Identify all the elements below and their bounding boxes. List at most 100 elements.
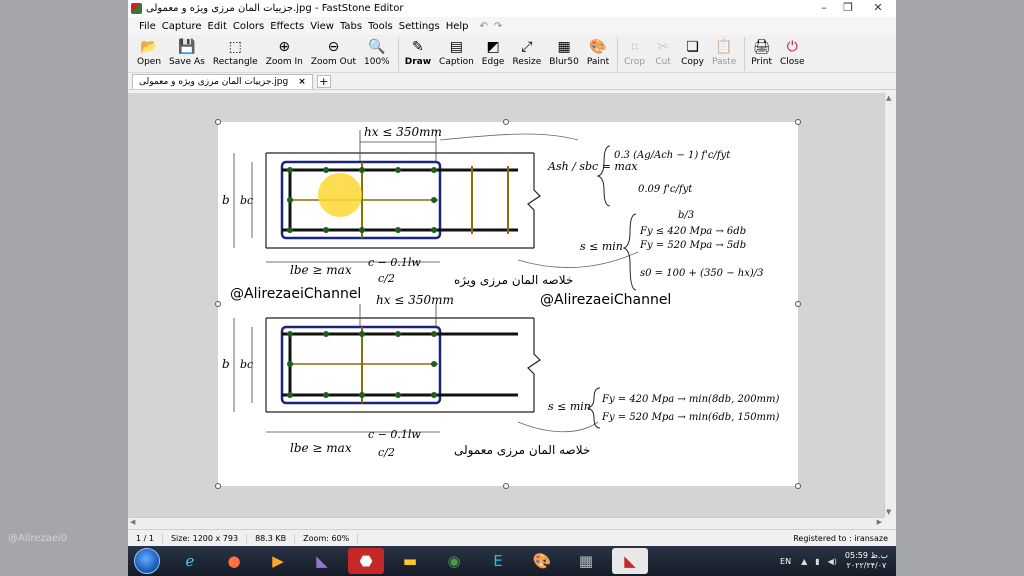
lbe-option-1: c − 0.1lw bbox=[368, 256, 421, 269]
close-image-button[interactable]: ⏻ Close bbox=[777, 37, 808, 67]
edge-icon: ◩ bbox=[486, 39, 500, 55]
resize-handle[interactable] bbox=[795, 119, 801, 125]
start-button[interactable] bbox=[134, 548, 160, 574]
edge-button[interactable]: ◩ Edge bbox=[479, 37, 508, 67]
resize-button[interactable]: ⤢ Resize bbox=[509, 37, 544, 67]
scroll-up-icon[interactable]: ▲ bbox=[886, 94, 891, 102]
caption-ordinary: خلاصه المان مرزی معمولی bbox=[454, 443, 590, 458]
new-tab-button[interactable]: + bbox=[316, 74, 331, 88]
lbe-label-2: lbe ≥ max bbox=[290, 441, 352, 455]
zoom-level: Zoom: 60% bbox=[295, 533, 359, 543]
s-min-label: s ≤ min bbox=[580, 240, 623, 253]
actual-size-button[interactable]: 🔍 100% bbox=[361, 37, 393, 67]
rectangle-button[interactable]: ⬚ Rectangle bbox=[210, 37, 261, 67]
image-canvas[interactable]: hx ≤ 350mm b bc lbe ≥ max c − 0.1lw c/2 … bbox=[128, 93, 896, 517]
crop-button[interactable]: ⌗ Crop bbox=[621, 37, 648, 67]
firefox-icon[interactable]: ● bbox=[216, 548, 252, 574]
paint-button[interactable]: 🎨 Paint bbox=[584, 37, 612, 67]
chrome-icon[interactable]: ◉ bbox=[436, 548, 472, 574]
visual-studio-icon[interactable]: ◣ bbox=[304, 548, 340, 574]
paint-icon[interactable]: 🎨 bbox=[524, 548, 560, 574]
vertical-scrollbar[interactable]: ▲ ▼ bbox=[884, 93, 896, 517]
etabs-icon[interactable]: E bbox=[480, 548, 516, 574]
restore-button[interactable]: ❐ bbox=[836, 0, 860, 16]
open-button[interactable]: 📂 Open bbox=[134, 37, 164, 67]
save-as-button[interactable]: 💾 Save As bbox=[166, 37, 208, 67]
print-button[interactable]: 🖨 Print bbox=[748, 37, 775, 67]
caption-button[interactable]: ▤ Caption bbox=[436, 37, 477, 67]
faststone-taskbar-icon[interactable]: ◣ bbox=[612, 548, 648, 574]
zoom-in-button[interactable]: ⊕ Zoom In bbox=[263, 37, 306, 67]
channel-label-2: @AlirezaeiChannel bbox=[540, 292, 671, 308]
scroll-down-icon[interactable]: ▼ bbox=[886, 508, 891, 516]
clock[interactable]: 05:59 ب.ظ ۲۰۲۲/۲۴/۰۷ bbox=[845, 551, 888, 571]
ash-brace bbox=[596, 145, 611, 207]
menu-tools[interactable]: Tools bbox=[365, 21, 396, 32]
blur-button[interactable]: ▦ Blur50 bbox=[546, 37, 582, 67]
hx-label-mid: hx ≤ 350mm bbox=[376, 293, 454, 307]
ash-formula-1: 0.3 (Ag/Ach − 1) f'c/fyt bbox=[614, 150, 731, 161]
editor-window: جزییات المان مرزی ویژه و معمولی.jpg - Fa… bbox=[128, 0, 896, 546]
tray-arrow-icon[interactable]: ▲ bbox=[801, 557, 807, 566]
registration-info: Registered to : iransaze bbox=[793, 533, 888, 543]
menu-file[interactable]: File bbox=[136, 21, 159, 32]
scroll-left-icon[interactable]: ◀ bbox=[130, 518, 135, 526]
watermark: @Alirezaei0 bbox=[8, 533, 68, 544]
draw-button[interactable]: ✎ Draw bbox=[402, 37, 434, 67]
o-option-2: Fy = 520 Mpa → min(6db, 150mm) bbox=[601, 412, 780, 423]
calculator-icon[interactable]: ▦ bbox=[568, 548, 604, 574]
pdf-reader-icon[interactable]: ⬣ bbox=[348, 548, 384, 574]
b-label-2: b bbox=[222, 357, 230, 371]
copy-icon: ❏ bbox=[686, 39, 699, 55]
menu-view[interactable]: View bbox=[307, 21, 337, 32]
s-option-4: s0 = 100 + (350 − hx)/3 bbox=[640, 268, 764, 279]
zoom-in-icon: ⊕ bbox=[278, 39, 291, 55]
undo-redo-icons[interactable]: ↶↷ bbox=[480, 21, 509, 32]
zoom-out-button[interactable]: ⊖ Zoom Out bbox=[308, 37, 359, 67]
bc-label: bc bbox=[240, 194, 253, 207]
title-bar: جزییات المان مرزی ویژه و معمولی.jpg - Fa… bbox=[128, 0, 896, 17]
media-player-icon[interactable]: ▶ bbox=[260, 548, 296, 574]
paste-button[interactable]: 📋 Paste bbox=[709, 37, 739, 67]
file-explorer-icon[interactable]: ▬ bbox=[392, 548, 428, 574]
minimize-button[interactable]: – bbox=[812, 0, 836, 16]
desktop-right-margin bbox=[896, 0, 1024, 576]
cut-button[interactable]: ✂ Cut bbox=[650, 37, 676, 67]
window-title: جزییات المان مرزی ویژه و معمولی.jpg - Fa… bbox=[146, 3, 404, 14]
close-window-button[interactable]: ✕ bbox=[860, 0, 896, 16]
resize-handle[interactable] bbox=[215, 119, 221, 125]
save-icon: 💾 bbox=[178, 39, 196, 55]
scroll-right-icon[interactable]: ▶ bbox=[877, 518, 882, 526]
language-indicator[interactable]: EN bbox=[780, 557, 791, 566]
o-option-1: Fy = 420 Mpa → min(8db, 200mm) bbox=[601, 394, 780, 405]
ordinary-element-section bbox=[233, 304, 599, 433]
resize-handle[interactable] bbox=[215, 483, 221, 489]
copy-button[interactable]: ❏ Copy bbox=[678, 37, 707, 67]
volume-icon[interactable]: ◀) bbox=[828, 557, 837, 566]
resize-handle[interactable] bbox=[795, 483, 801, 489]
resize-handle[interactable] bbox=[503, 119, 509, 125]
resize-handle[interactable] bbox=[503, 483, 509, 489]
file-size: 88.3 KB bbox=[247, 533, 296, 543]
menu-help[interactable]: Help bbox=[443, 21, 472, 32]
page-indicator: 1 / 1 bbox=[128, 533, 163, 543]
palette-icon: 🎨 bbox=[589, 39, 607, 55]
menu-edit[interactable]: Edit bbox=[205, 21, 230, 32]
tab-close-icon[interactable]: × bbox=[298, 77, 306, 87]
scissors-icon: ✂ bbox=[657, 39, 669, 55]
menu-capture[interactable]: Capture bbox=[159, 21, 205, 32]
resize-handle[interactable] bbox=[215, 301, 221, 307]
horizontal-scrollbar[interactable]: ◀ ▶ bbox=[128, 517, 884, 529]
blur-icon: ▦ bbox=[557, 39, 571, 55]
menu-colors[interactable]: Colors bbox=[230, 21, 267, 32]
s-option-2: Fy ≤ 420 Mpa → 6db bbox=[639, 226, 746, 237]
menu-effects[interactable]: Effects bbox=[267, 21, 307, 32]
network-icon[interactable]: ▮ bbox=[815, 557, 819, 566]
tab-image[interactable]: جزییات المان مرزی ویژه و معمولی.jpg × bbox=[132, 73, 313, 89]
crop-icon: ⌗ bbox=[630, 39, 639, 55]
menu-tabs[interactable]: Tabs bbox=[337, 21, 365, 32]
resize-icon: ⤢ bbox=[521, 39, 533, 55]
resize-handle[interactable] bbox=[795, 301, 801, 307]
menu-settings[interactable]: Settings bbox=[396, 21, 443, 32]
ie-icon[interactable]: ℯ bbox=[172, 548, 208, 574]
